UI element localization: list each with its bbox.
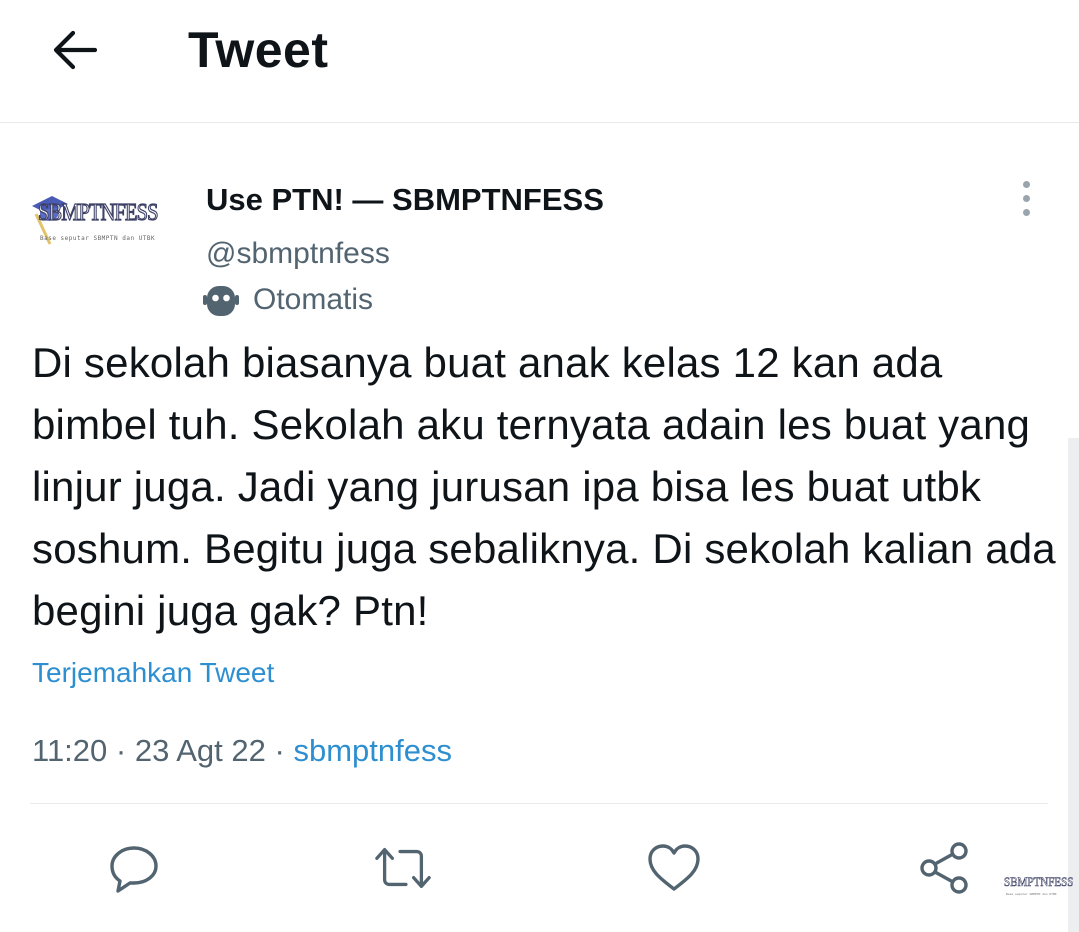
- more-options-button[interactable]: [1008, 178, 1044, 218]
- author-handle[interactable]: @sbmptnfess: [206, 235, 390, 273]
- reply-icon: [110, 846, 158, 893]
- robot-icon: [203, 286, 239, 316]
- reply-button[interactable]: [104, 838, 164, 898]
- more-dot: [1022, 208, 1030, 216]
- translate-tweet-link[interactable]: Terjemahkan Tweet: [32, 657, 274, 689]
- divider: [30, 803, 1048, 804]
- avatar-tagline: Base seputar SBMPTN dan UTBK: [40, 235, 156, 242]
- automated-label-text: Otomatis: [253, 283, 374, 316]
- meta-separator: ·: [115, 733, 127, 768]
- tweet-source-link[interactable]: sbmptnfess: [293, 733, 452, 768]
- avatar[interactable]: SBMPTNFESS Base seputar SBMPTN dan UTBK: [28, 186, 174, 250]
- avatar-logo-text: SBMPTNFESS: [37, 199, 159, 226]
- page-title: Tweet: [188, 22, 329, 78]
- watermark-text: SBMPTNFESS: [1004, 874, 1074, 890]
- watermark-logo: SBMPTNFESS Base seputar SBMPTN dan UTBK: [1000, 872, 1074, 898]
- meta-separator: ·: [274, 733, 285, 768]
- tweet-metadata: 11:20 · 23 Agt 22 · sbmptnfess: [32, 731, 452, 771]
- retweet-icon: [375, 847, 431, 889]
- more-dot: [1022, 194, 1030, 202]
- retweet-button[interactable]: [373, 838, 433, 898]
- automated-account-label: Otomatis: [203, 281, 373, 319]
- tweet-text: Di sekolah biasanya buat anak kelas 12 k…: [32, 339, 1056, 634]
- tweet-time: 11:20: [32, 733, 108, 768]
- arrow-left-icon: [53, 30, 97, 70]
- watermark-tagline: Base seputar SBMPTN dan UTBK: [1006, 892, 1057, 896]
- share-button[interactable]: [914, 838, 974, 898]
- scrollbar[interactable]: [1068, 438, 1079, 932]
- share-icon: [920, 842, 968, 894]
- author-display-name[interactable]: Use PTN! — SBMPTNFESS: [206, 180, 604, 220]
- top-bar: Tweet: [0, 0, 1079, 123]
- heart-icon: [648, 844, 700, 891]
- back-button[interactable]: [44, 22, 104, 78]
- like-button[interactable]: [644, 838, 704, 898]
- tweet-date: 23 Agt 22: [134, 733, 266, 768]
- more-dot: [1022, 180, 1030, 188]
